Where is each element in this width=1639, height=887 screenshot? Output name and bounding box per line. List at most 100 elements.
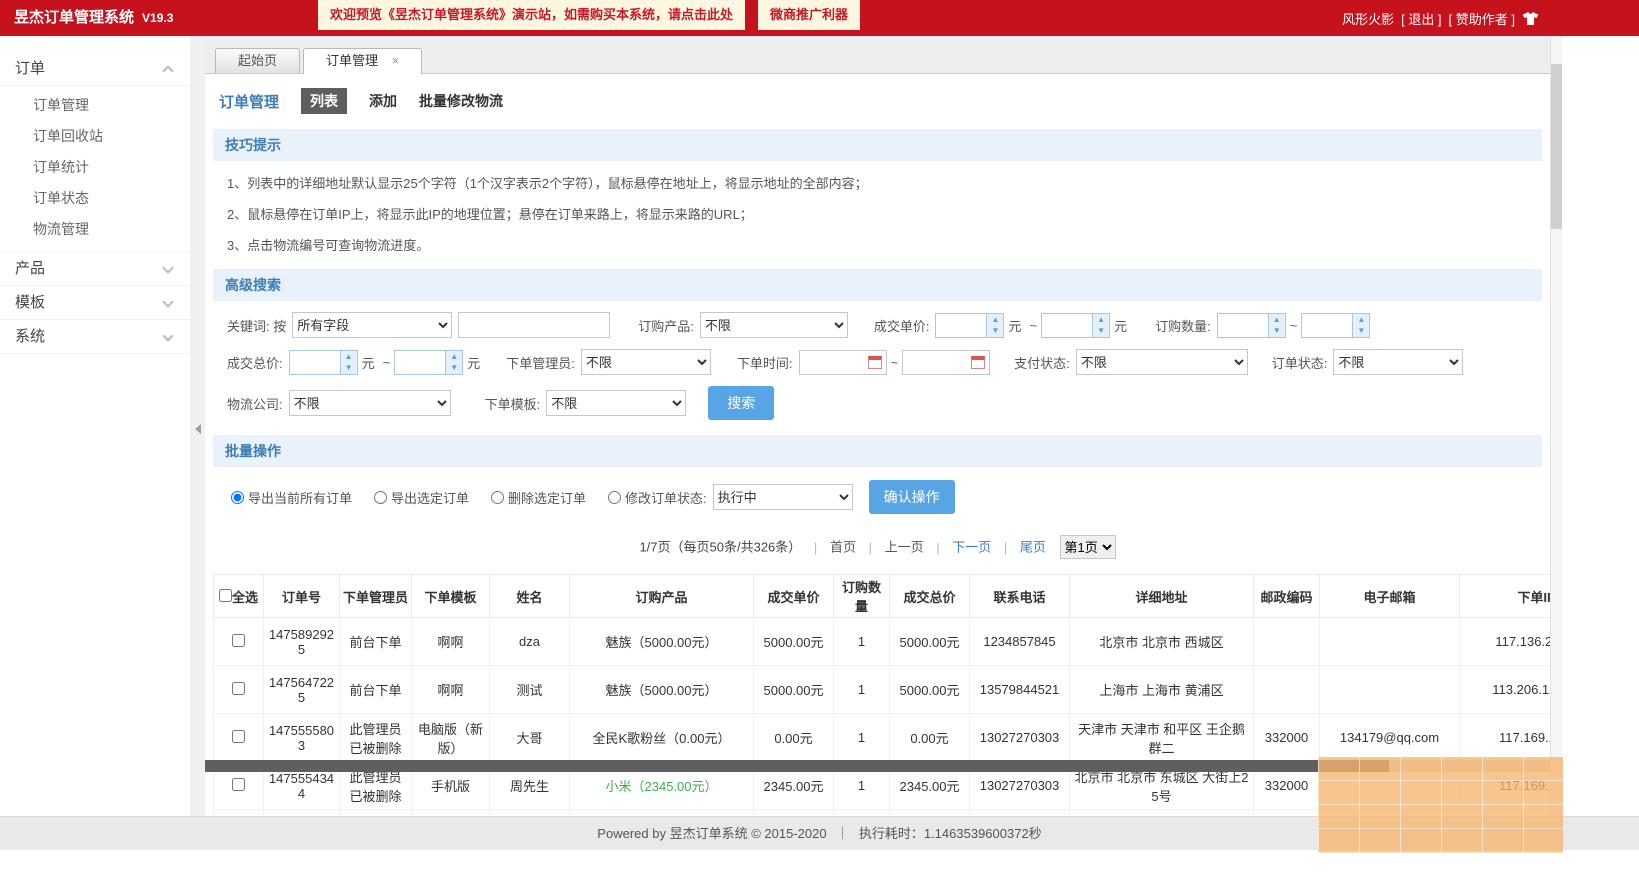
nav-batch-logistics[interactable]: 批量修改物流	[419, 91, 503, 111]
pagination-separator: |	[814, 540, 817, 555]
keyword-input[interactable]	[458, 312, 610, 338]
spin-up-icon[interactable]: ▲	[1353, 314, 1369, 326]
spin-down-icon[interactable]: ▼	[341, 362, 357, 374]
prev-page-link[interactable]: 上一页	[885, 540, 924, 555]
row-checkbox[interactable]	[232, 682, 245, 695]
chevron-down-icon	[162, 330, 173, 341]
radio-export-all-input[interactable]	[231, 491, 244, 504]
column-order-no: 订单号	[264, 575, 340, 618]
cell-ip: 113.206.122.11	[1460, 666, 1551, 714]
spin-down-icon[interactable]: ▼	[1353, 325, 1369, 337]
order-time-end-field[interactable]	[902, 350, 990, 375]
search-row-1: 关键词: 按 所有字段 订购产品: 不限 成交单价: ▲▼ 元 ~ ▲▼ 元 订…	[227, 312, 1542, 338]
sidebar-gutter	[190, 36, 205, 816]
logout-link[interactable]: [ 退出 ]	[1401, 9, 1441, 28]
sidebar-section-templates[interactable]: 模板	[0, 286, 190, 320]
keyword-field-select[interactable]: 所有字段	[292, 312, 452, 338]
total-price-min-input[interactable]	[290, 351, 340, 374]
select-all-header: 全选	[214, 575, 264, 618]
unit-price-min-input[interactable]	[936, 314, 986, 337]
promo-notice-link[interactable]: 微商推广利器	[758, 0, 860, 30]
cell-order-no: 1475647225	[264, 666, 340, 714]
radio-export-selected-input[interactable]	[374, 491, 387, 504]
last-page-link[interactable]: 尾页	[1020, 540, 1046, 555]
sidebar-collapse-handle[interactable]	[191, 414, 204, 444]
spin-down-icon[interactable]: ▼	[987, 325, 1003, 337]
logistics-select[interactable]: 不限	[289, 390, 451, 416]
row-checkbox[interactable]	[232, 778, 245, 791]
product-select[interactable]: 不限	[700, 312, 848, 338]
sidebar-item-order-stats[interactable]: 订单统计	[0, 152, 190, 183]
pay-status-label: 支付状态:	[1014, 353, 1070, 372]
top-header-bar: 昱杰订单管理系统V19.3 欢迎预览《昱杰订单管理系统》演示站，如需购买本系统，…	[0, 0, 1639, 36]
row-checkbox[interactable]	[232, 730, 245, 743]
page-select[interactable]: 第1页	[1060, 535, 1116, 559]
order-time-start-field[interactable]	[799, 350, 887, 375]
nav-add[interactable]: 添加	[369, 91, 397, 111]
radio-modify-status-input[interactable]	[608, 491, 621, 504]
column-address: 详细地址	[1070, 575, 1254, 618]
spin-up-icon[interactable]: ▲	[1269, 314, 1285, 326]
table-row: 1475892925 前台下单 啊啊 dza 魅族（5000.00元） 5000…	[214, 618, 1551, 666]
order-status-select[interactable]: 不限	[1333, 349, 1463, 375]
total-price-max-input[interactable]	[395, 351, 445, 374]
content-panel: 订单管理 列表 添加 批量修改物流 技巧提示 1、列表中的详细地址默认显示25个…	[205, 74, 1550, 815]
sidebar-item-order-status[interactable]: 订单状态	[0, 183, 190, 214]
sidebar-item-logistics-management[interactable]: 物流管理	[0, 214, 190, 245]
qty-max-input[interactable]	[1302, 314, 1352, 337]
tab-order-management[interactable]: 订单管理 ×	[303, 48, 422, 74]
select-all-checkbox[interactable]	[219, 589, 232, 602]
sponsor-link[interactable]: [ 赞助作者 ]	[1449, 9, 1515, 28]
spin-down-icon[interactable]: ▼	[446, 362, 462, 374]
qty-label: 订购数量:	[1155, 316, 1211, 335]
horizontal-scrollbar-thumb[interactable]	[205, 760, 1389, 772]
calendar-icon[interactable]	[971, 356, 985, 369]
cell-postcode	[1254, 618, 1320, 666]
cell-name: dza	[490, 618, 570, 666]
qty-min-input[interactable]	[1218, 314, 1268, 337]
batch-status-select[interactable]: 执行中	[713, 484, 853, 510]
sidebar-section-label: 系统	[15, 328, 45, 345]
total-price-max-stepper: ▲▼	[394, 350, 463, 375]
sidebar-section-orders[interactable]: 订单	[0, 52, 190, 86]
radio-modify-status[interactable]: 修改订单状态:	[608, 488, 707, 507]
first-page-link[interactable]: 首页	[830, 540, 856, 555]
pay-status-select[interactable]: 不限	[1076, 349, 1248, 375]
sidebar-item-order-recycle[interactable]: 订单回收站	[0, 121, 190, 152]
radio-delete-selected-input[interactable]	[491, 491, 504, 504]
admin-select[interactable]: 不限	[581, 349, 711, 375]
unit-price-min-stepper: ▲▼	[935, 313, 1004, 338]
radio-delete-selected[interactable]: 删除选定订单	[491, 488, 586, 507]
sidebar-item-order-management[interactable]: 订单管理	[0, 90, 190, 121]
order-template-select[interactable]: 不限	[546, 390, 686, 416]
row-checkbox[interactable]	[232, 634, 245, 647]
tshirt-icon[interactable]	[1522, 11, 1539, 26]
next-page-link[interactable]: 下一页	[952, 540, 991, 555]
search-button[interactable]: 搜索	[708, 386, 774, 420]
purchase-notice-link[interactable]: 欢迎预览《昱杰订单管理系统》演示站，如需购买本系统，请点击此处	[318, 0, 745, 30]
vertical-scrollbar[interactable]	[1550, 36, 1562, 816]
sidebar-section-products[interactable]: 产品	[0, 252, 190, 286]
spin-up-icon[interactable]: ▲	[341, 351, 357, 363]
footer-brand-link[interactable]: 昱杰订单系统	[670, 826, 748, 841]
spin-down-icon[interactable]: ▼	[1093, 325, 1109, 337]
confirm-operation-button[interactable]: 确认操作	[869, 480, 955, 514]
calendar-icon[interactable]	[868, 356, 882, 369]
sidebar-section-system[interactable]: 系统	[0, 320, 190, 354]
unit-price-max-input[interactable]	[1042, 314, 1092, 337]
vertical-scrollbar-thumb[interactable]	[1551, 64, 1562, 229]
radio-export-all[interactable]: 导出当前所有订单	[231, 488, 352, 507]
close-tab-icon[interactable]: ×	[392, 53, 400, 68]
column-label: 全选	[232, 590, 258, 605]
spin-up-icon[interactable]: ▲	[987, 314, 1003, 326]
tab-home[interactable]: 起始页	[215, 48, 300, 73]
spin-up-icon[interactable]: ▲	[446, 351, 462, 363]
cell-qty: 1	[834, 618, 890, 666]
column-postcode: 邮政编码	[1254, 575, 1320, 618]
tab-bar: 起始页 订单管理 ×	[205, 36, 1550, 74]
cell-email	[1320, 618, 1460, 666]
radio-export-selected[interactable]: 导出选定订单	[374, 488, 469, 507]
nav-list[interactable]: 列表	[301, 88, 347, 114]
spin-up-icon[interactable]: ▲	[1093, 314, 1109, 326]
spin-down-icon[interactable]: ▼	[1269, 325, 1285, 337]
